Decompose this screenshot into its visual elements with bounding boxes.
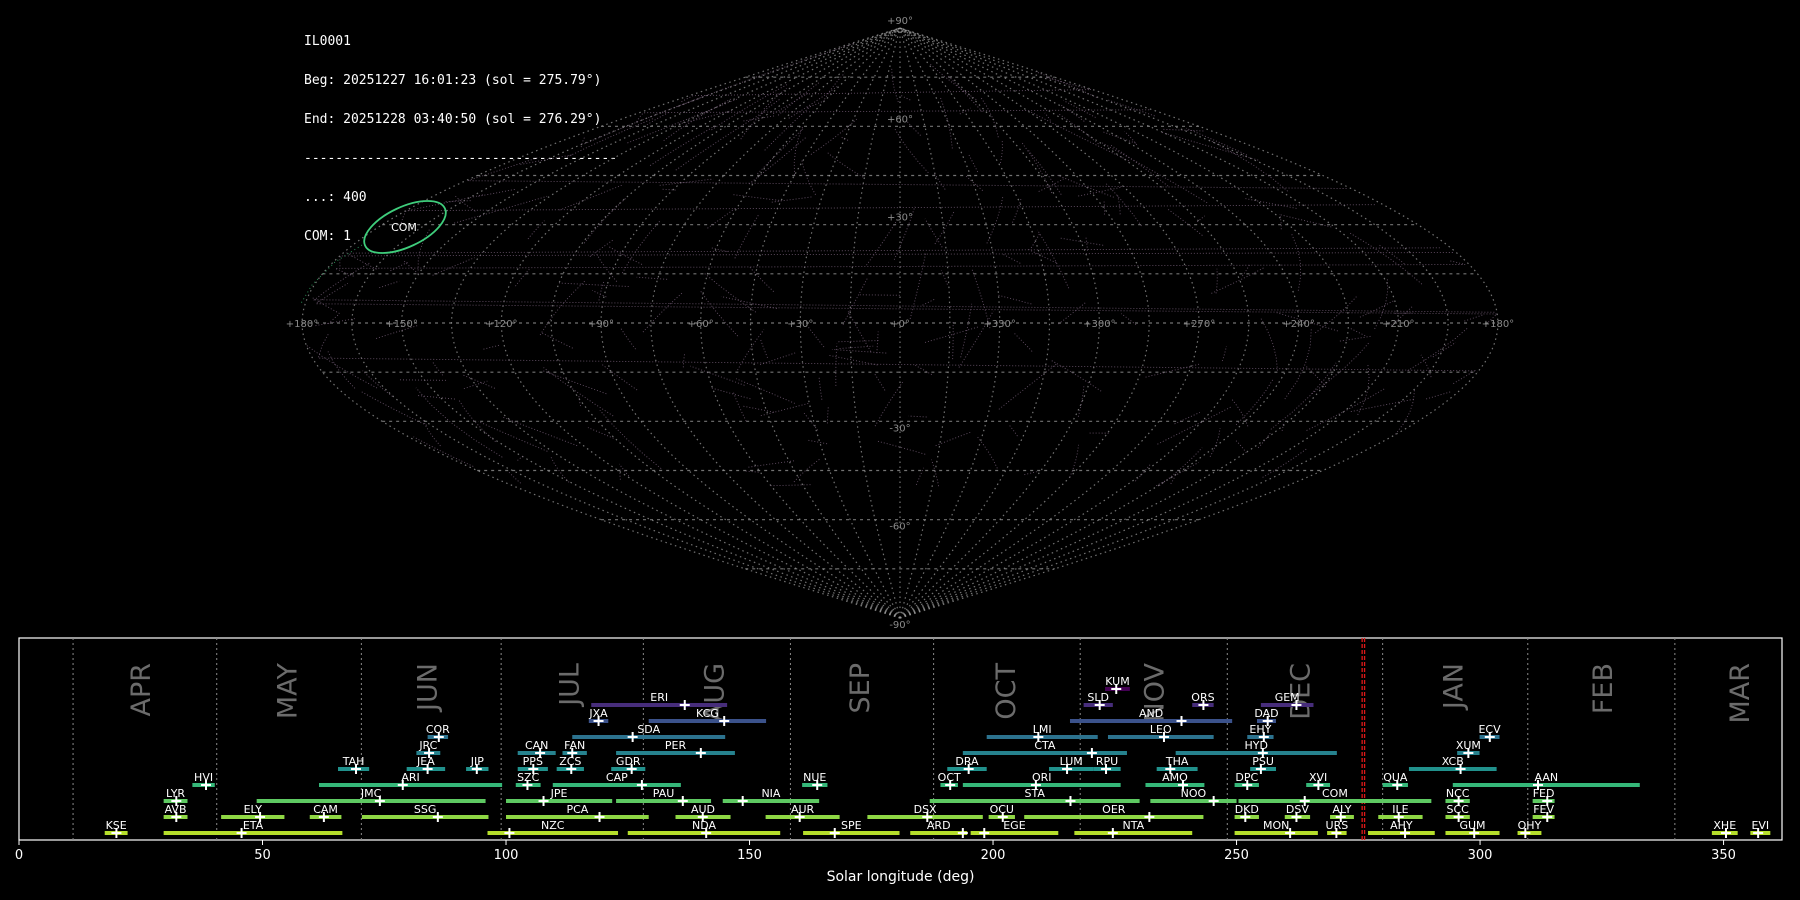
month-label: OCT — [991, 663, 1022, 720]
shower-code-label: ARI — [401, 771, 419, 784]
shower-code-label: SZC — [517, 771, 540, 784]
shower-code-label: NIA — [761, 787, 780, 800]
shower-code-label: KUM — [1105, 675, 1129, 688]
shower-code-label: KSE — [106, 819, 127, 832]
month-label: FEB — [1588, 663, 1619, 714]
shower-code-label: ZCS — [559, 755, 581, 768]
shower-code-label: OCT — [938, 771, 961, 784]
shower-code-label: DAD — [1254, 707, 1278, 720]
shower-code-label: OCU — [990, 803, 1014, 816]
shower-code-label: AHY — [1390, 819, 1413, 832]
shower-code-label: ILE — [1392, 803, 1408, 816]
x-tick-label: 200 — [981, 848, 1006, 863]
shower-code-label: JXA — [588, 707, 608, 720]
shower-code-label: OER — [1102, 803, 1126, 816]
shower-code-label: CAN — [525, 739, 548, 752]
shower-code-label: KCG — [696, 707, 719, 720]
shower-code-label: TAH — [342, 755, 365, 768]
shower-code-label: LMI — [1033, 723, 1052, 736]
shower-code-label: ALY — [1333, 803, 1352, 816]
shower-code-label: NZC — [541, 819, 565, 832]
shower-code-label: XVI — [1309, 771, 1327, 784]
x-tick-label: 50 — [254, 848, 271, 863]
shower-code-label: SDA — [637, 723, 660, 736]
x-tick-label: 0 — [15, 848, 23, 863]
shower-code-label: SSG — [414, 803, 437, 816]
shower-code-label: GUM — [1459, 819, 1485, 832]
shower-code-label: LUM — [1060, 755, 1083, 768]
shower-code-label: NOO — [1181, 787, 1207, 800]
shower-code-label: CAP — [606, 771, 628, 784]
shower-code-label: ERI — [650, 691, 668, 704]
shower-code-label: SPE — [841, 819, 862, 832]
shower-code-label: AUR — [791, 803, 815, 816]
shower-code-label: DPC — [1235, 771, 1258, 784]
shower-code-label: LYR — [166, 787, 185, 800]
shower-code-label: OHY — [1518, 819, 1542, 832]
shower-code-label: AAN — [1534, 771, 1558, 784]
shower-code-label: DSX — [914, 803, 937, 816]
month-label: JAN — [1438, 663, 1469, 711]
month-label: JUL — [554, 663, 585, 708]
shower-code-label: ARD — [927, 819, 951, 832]
shower-code-label: PER — [665, 739, 687, 752]
shower-code-label: XUM — [1456, 739, 1481, 752]
x-tick-label: 100 — [494, 848, 519, 863]
shower-code-label: URS — [1326, 819, 1349, 832]
month-label: JUN — [413, 663, 444, 713]
shower-code-label: NCC — [1446, 787, 1470, 800]
shower-code-label: PAU — [653, 787, 675, 800]
month-label: APR — [126, 663, 157, 717]
x-tick-label: 150 — [737, 848, 762, 863]
shower-code-label: JMC — [360, 787, 382, 800]
shower-code-label: FEV — [1533, 803, 1554, 816]
shower-code-label: EVI — [1751, 819, 1769, 832]
shower-code-label: ECV — [1478, 723, 1501, 736]
shower-timeline-chart: APR MAY JUN JUL AUG SEP OCT NOV DEC JAN FEB MARKSE E… — [15, 637, 1783, 885]
shower-code-label: JIP — [470, 755, 484, 768]
shower-code-label: EGE — [1003, 819, 1025, 832]
x-tick-label: 350 — [1711, 848, 1736, 863]
shower-code-label: AUD — [691, 803, 715, 816]
x-tick-label: 250 — [1224, 848, 1249, 863]
shower-code-label: HVI — [194, 771, 213, 784]
shower-code-label: COM — [1322, 787, 1348, 800]
shower-code-label: JPE — [550, 787, 568, 800]
shower-code-label: MON — [1263, 819, 1289, 832]
x-tick-label: 300 — [1468, 848, 1493, 863]
shower-code-label: XCB — [1442, 755, 1464, 768]
shower-code-label: PCA — [566, 803, 588, 816]
shower-code-label: NDA — [692, 819, 717, 832]
shower-code-label: JEA — [416, 755, 435, 768]
shower-code-label: RPU — [1096, 755, 1118, 768]
shower-code-label: NUE — [803, 771, 826, 784]
shower-code-label: DRA — [955, 755, 979, 768]
shower-code-label: LEO — [1150, 723, 1172, 736]
shower-code-label: GEM — [1275, 691, 1300, 704]
shower-code-label: DSV — [1286, 803, 1309, 816]
shower-code-label: AND — [1139, 707, 1163, 720]
month-label: SEP — [845, 663, 876, 713]
shower-code-label: CAM — [313, 803, 338, 816]
shower-code-label: QUA — [1383, 771, 1408, 784]
shower-code-label: SLD — [1087, 691, 1109, 704]
shower-code-label: NTA — [1122, 819, 1144, 832]
month-label: MAY — [272, 663, 303, 720]
shower-code-label: DKD — [1235, 803, 1259, 816]
shower-code-label: FAN — [564, 739, 585, 752]
shower-code-label: ORS — [1191, 691, 1214, 704]
shower-code-label: ELY — [244, 803, 263, 816]
shower-code-label: GDR — [616, 755, 641, 768]
x-axis-label: Solar longitude (deg) — [827, 869, 975, 885]
shower-code-label: FED — [1533, 787, 1555, 800]
shower-code-label: XHE — [1713, 819, 1736, 832]
shower-code-label: THA — [1165, 755, 1189, 768]
shower-code-label: JRC — [418, 739, 437, 752]
shower-code-label: AMO — [1162, 771, 1188, 784]
shower-code-label: ORI — [1032, 771, 1052, 784]
shower-code-label: COR — [426, 723, 450, 736]
month-label: MAR — [1725, 663, 1756, 724]
